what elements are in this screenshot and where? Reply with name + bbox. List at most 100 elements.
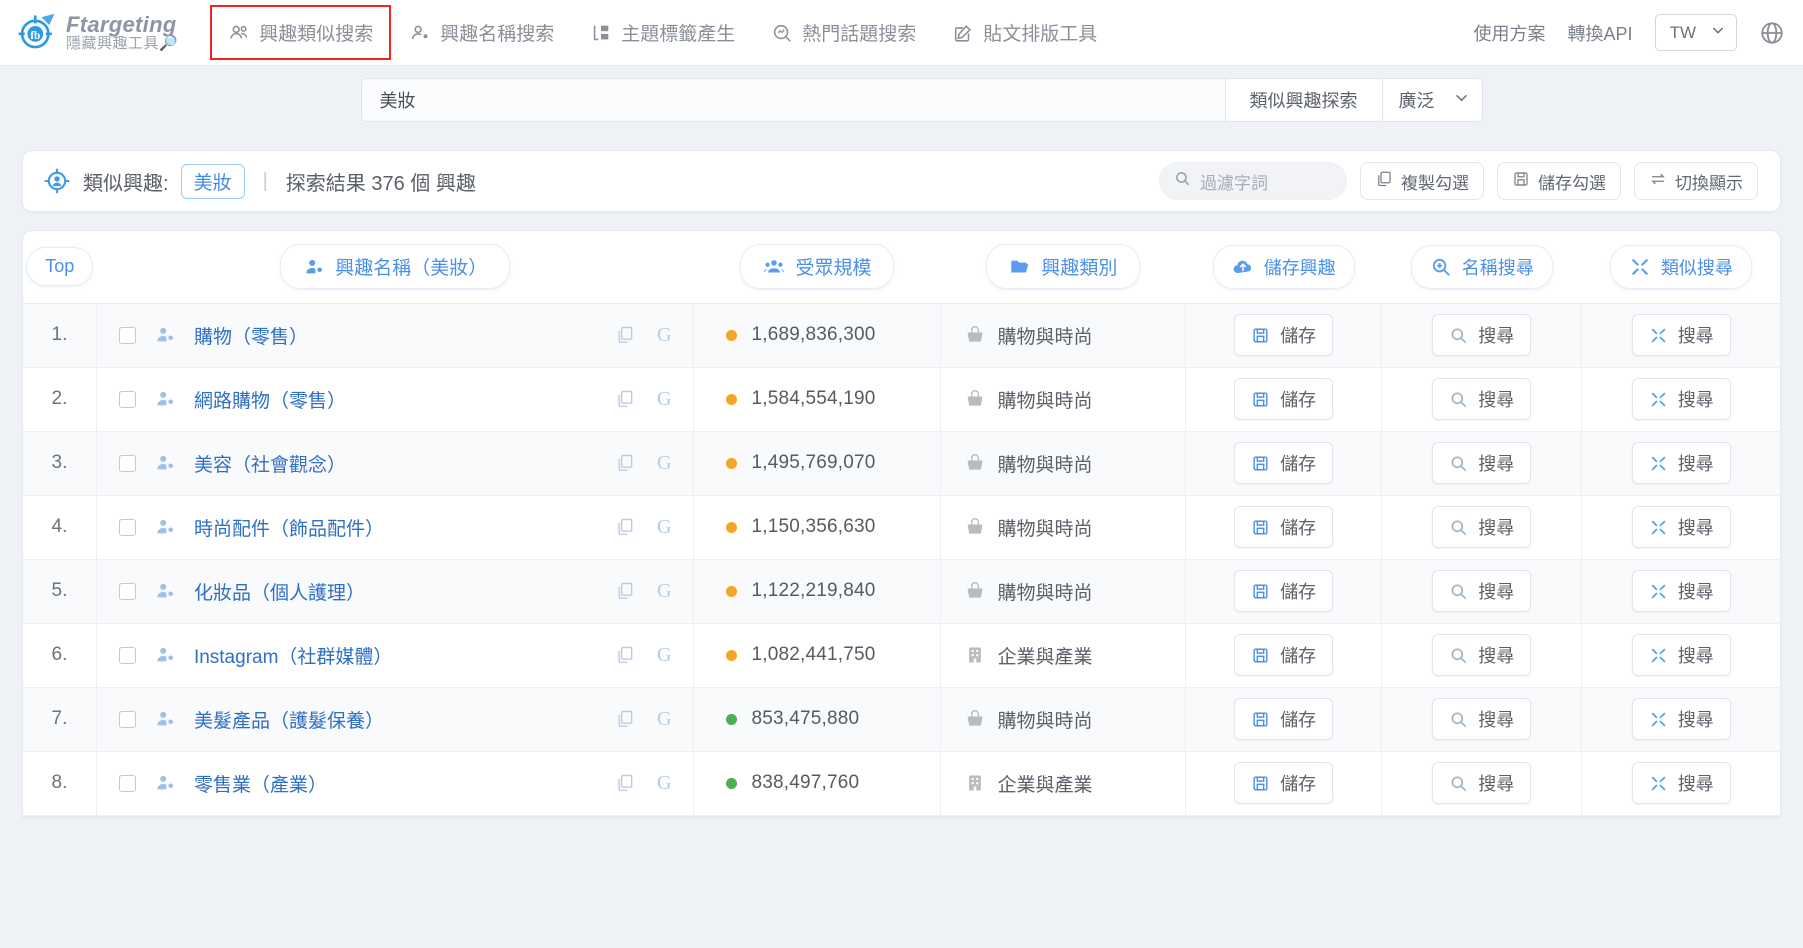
interest-name-link[interactable]: 美髮產品（護髮保養） xyxy=(194,706,384,733)
audience-size-sort-button[interactable]: 受眾規模 xyxy=(740,244,895,290)
conversion-api-link[interactable]: 轉換API xyxy=(1568,20,1633,46)
nav-item-interest-similar-search[interactable]: 興趣類似搜索 xyxy=(210,5,392,60)
button-label: 搜尋 xyxy=(1677,454,1714,474)
row-save-button[interactable]: 儲存 xyxy=(1234,506,1334,548)
row-save-button[interactable]: 儲存 xyxy=(1234,762,1334,804)
user-tag-icon xyxy=(154,644,176,666)
search-scope-select[interactable]: 廣泛 xyxy=(1381,78,1483,122)
row-save-button[interactable]: 儲存 xyxy=(1234,314,1334,356)
row-similar-search-button[interactable]: 搜尋 xyxy=(1631,698,1731,740)
row-name-search-button[interactable]: 搜尋 xyxy=(1432,506,1532,548)
interest-name-link[interactable]: Instagram（社群媒體） xyxy=(194,642,392,669)
row-similar-search-button[interactable]: 搜尋 xyxy=(1631,442,1731,484)
similar-interest-explore-button[interactable]: 類似興趣探索 xyxy=(1224,78,1382,122)
google-search-icon[interactable]: G xyxy=(657,708,671,731)
nav-item-interest-name-search[interactable]: 興趣名稱搜索 xyxy=(391,5,572,60)
row-save-button[interactable]: 儲存 xyxy=(1234,570,1334,612)
nav-item-post-layout-tool[interactable]: 貼文排版工具 xyxy=(934,5,1115,60)
keyword-chip[interactable]: 美妝 xyxy=(180,163,245,199)
row-checkbox[interactable] xyxy=(118,518,136,536)
row-name-search-button[interactable]: 搜尋 xyxy=(1432,378,1532,420)
row-interest-name-cell: 美髮產品（護髮保養） G xyxy=(96,687,695,752)
copy-icon[interactable] xyxy=(615,325,635,345)
row-save-button[interactable]: 儲存 xyxy=(1234,634,1334,676)
row-save-button[interactable]: 儲存 xyxy=(1234,442,1334,484)
row-name-search-cell: 搜尋 xyxy=(1381,559,1583,624)
row-name-search-button[interactable]: 搜尋 xyxy=(1432,442,1532,484)
interest-name-sort-button[interactable]: 興趣名稱（美妝） xyxy=(280,244,511,290)
row-category-cell: 購物與時尚 xyxy=(940,495,1187,560)
interest-name-link[interactable]: 零售業（產業） xyxy=(194,770,327,797)
chevron-down-icon xyxy=(1453,89,1470,111)
row-similar-search-button[interactable]: 搜尋 xyxy=(1631,378,1731,420)
row-similar-search-button[interactable]: 搜尋 xyxy=(1631,762,1731,804)
row-similar-search-button[interactable]: 搜尋 xyxy=(1631,634,1731,676)
save-interest-button[interactable]: 儲存興趣 xyxy=(1212,244,1355,289)
similar-search-button[interactable]: 類似搜尋 xyxy=(1609,244,1752,289)
row-checkbox[interactable] xyxy=(118,326,136,344)
google-search-icon[interactable]: G xyxy=(657,452,671,475)
interest-name-link[interactable]: 化妝品（個人護理） xyxy=(194,578,365,605)
google-search-icon[interactable]: G xyxy=(657,580,671,603)
language-selector[interactable]: TW xyxy=(1654,14,1737,51)
filter-input[interactable]: 過濾字詞 xyxy=(1159,162,1347,200)
name-search-button[interactable]: 名稱搜尋 xyxy=(1410,244,1553,289)
row-name-search-button[interactable]: 搜尋 xyxy=(1432,314,1532,356)
row-name-search-button[interactable]: 搜尋 xyxy=(1432,762,1532,804)
row-category-cell: 購物與時尚 xyxy=(940,559,1187,624)
row-name-search-button[interactable]: 搜尋 xyxy=(1432,570,1532,612)
google-search-icon[interactable]: G xyxy=(657,388,671,411)
group-icon xyxy=(763,256,785,278)
plan-link[interactable]: 使用方案 xyxy=(1474,20,1546,46)
button-label: 搜尋 xyxy=(1677,646,1714,666)
row-checkbox[interactable] xyxy=(118,710,136,728)
copy-icon[interactable] xyxy=(615,453,635,473)
copy-icon[interactable] xyxy=(615,645,635,665)
row-checkbox[interactable] xyxy=(118,582,136,600)
row-checkbox[interactable] xyxy=(118,390,136,408)
brand-logo-area[interactable]: fb Ftargeting 隱藏興趣工具🔎 xyxy=(10,12,178,54)
interest-results-table: Top 興趣名稱（美妝） 受眾規模 興趣類別 儲存興趣 名稱搜尋 類似搜尋 1.… xyxy=(23,231,1780,816)
button-label: 搜尋 xyxy=(1478,582,1515,602)
interest-name-link[interactable]: 網路購物（零售） xyxy=(194,386,346,413)
row-checkbox[interactable] xyxy=(118,646,136,664)
row-save-button[interactable]: 儲存 xyxy=(1234,378,1334,420)
button-label: 搜尋 xyxy=(1677,582,1714,602)
interest-results-table-card: Top 興趣名稱（美妝） 受眾規模 興趣類別 儲存興趣 名稱搜尋 類似搜尋 1.… xyxy=(22,230,1781,817)
interest-category-sort-button[interactable]: 興趣類別 xyxy=(986,244,1141,290)
row-save-button[interactable]: 儲存 xyxy=(1234,698,1334,740)
copy-icon[interactable] xyxy=(615,389,635,409)
row-name-search-cell: 搜尋 xyxy=(1381,687,1583,752)
google-search-icon[interactable]: G xyxy=(657,644,671,667)
row-name-search-button[interactable]: 搜尋 xyxy=(1432,634,1532,676)
google-search-icon[interactable]: G xyxy=(657,324,671,347)
google-search-icon[interactable]: G xyxy=(657,772,671,795)
row-index: 8. xyxy=(23,751,97,816)
row-similar-search-button[interactable]: 搜尋 xyxy=(1631,506,1731,548)
interest-name-link[interactable]: 時尚配件（飾品配件） xyxy=(194,514,384,541)
copy-icon[interactable] xyxy=(615,773,635,793)
copy-selected-button[interactable]: 複製勾選 xyxy=(1360,162,1484,200)
save-selected-button[interactable]: 儲存勾選 xyxy=(1497,162,1621,200)
top-sort-button[interactable]: Top xyxy=(26,247,94,287)
row-similar-search-button[interactable]: 搜尋 xyxy=(1631,570,1731,612)
row-checkbox[interactable] xyxy=(118,774,136,792)
nav-item-hashtag-generator[interactable]: 主題標籤產生 xyxy=(572,5,753,60)
interest-name-link[interactable]: 美容（社會觀念） xyxy=(194,450,346,477)
nav-item-trending-topic-search[interactable]: 熱門話題搜索 xyxy=(753,5,934,60)
row-checkbox[interactable] xyxy=(118,454,136,472)
row-name-search-button[interactable]: 搜尋 xyxy=(1432,698,1532,740)
similar-interest-label: 類似興趣: xyxy=(83,172,169,195)
interest-name-link[interactable]: 購物（零售） xyxy=(194,322,308,349)
toggle-display-button[interactable]: 切換顯示 xyxy=(1634,162,1758,200)
button-label: 搜尋 xyxy=(1677,390,1714,410)
row-name-search-cell: 搜尋 xyxy=(1381,431,1583,496)
copy-icon[interactable] xyxy=(615,517,635,537)
google-search-icon[interactable]: G xyxy=(657,516,671,539)
user-tag-icon xyxy=(303,256,325,278)
copy-icon[interactable] xyxy=(615,581,635,601)
row-similar-search-button[interactable]: 搜尋 xyxy=(1631,314,1731,356)
search-input[interactable] xyxy=(360,78,1225,122)
globe-icon[interactable] xyxy=(1759,20,1785,46)
copy-icon[interactable] xyxy=(615,709,635,729)
